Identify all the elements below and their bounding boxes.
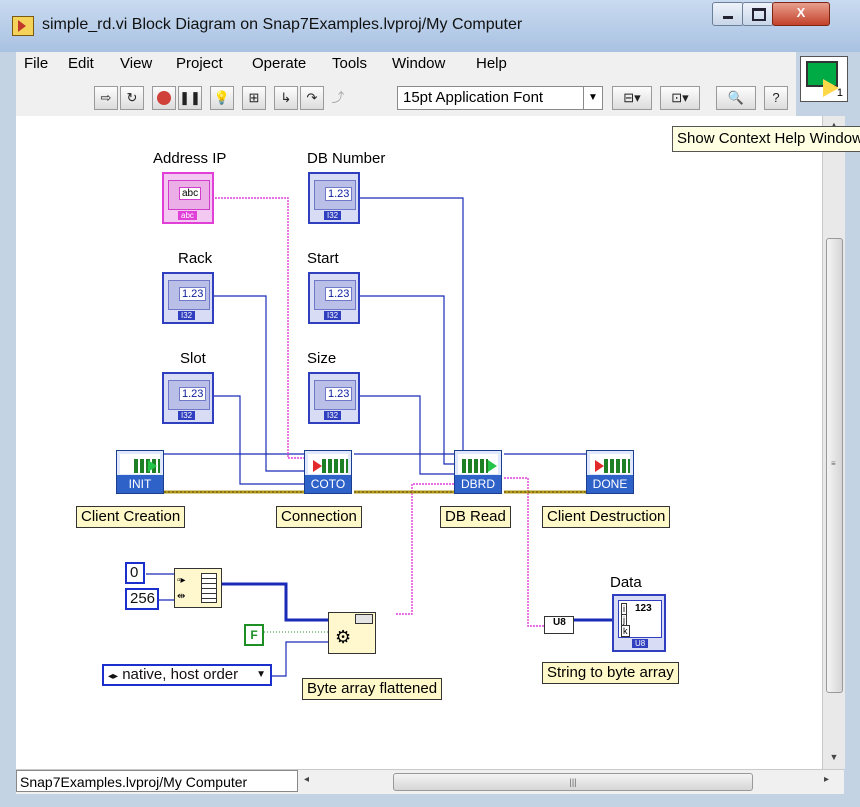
toolbar: ⇨ ↻ ❚❚ 💡 ⊞ ↳ ↷ ⤴ 15pt Application Font ▼… bbox=[16, 78, 796, 117]
run-continuously-icon[interactable]: ↻ bbox=[120, 86, 144, 110]
pause-icon[interactable]: ❚❚ bbox=[178, 86, 202, 110]
menu-operate[interactable]: Operate bbox=[252, 55, 306, 72]
constant-256[interactable]: 256 bbox=[125, 588, 159, 610]
block-diagram-canvas[interactable]: Address IP abc abc DB Number 1.23 I32 Ra… bbox=[16, 116, 822, 769]
rack-label: Rack bbox=[178, 250, 213, 267]
done-subvi[interactable]: DONE bbox=[586, 450, 634, 494]
init-subvi[interactable]: INIT bbox=[116, 450, 164, 494]
window-title: simple_rd.vi Block Diagram on Snap7Examp… bbox=[42, 16, 523, 33]
maximize-button[interactable] bbox=[742, 2, 774, 26]
font-select[interactable]: 15pt Application Font ▼ bbox=[397, 86, 603, 110]
ring-arrows-icon: ◂▸ bbox=[108, 671, 119, 682]
chevron-down-icon: ▼ bbox=[583, 87, 602, 109]
step-over-icon[interactable]: ↷ bbox=[300, 86, 324, 110]
byte-order-ring[interactable]: ◂▸ native, host order ▼ bbox=[102, 664, 272, 686]
slot-label: Slot bbox=[180, 350, 206, 367]
size-label: Size bbox=[307, 350, 337, 367]
zoom-icon[interactable]: 🔍 bbox=[716, 86, 756, 110]
size-control[interactable]: 1.23 I32 bbox=[308, 372, 360, 424]
db-number-control[interactable]: 1.23 I32 bbox=[308, 172, 360, 224]
labview-app-icon bbox=[12, 16, 34, 36]
wire-rack bbox=[212, 295, 306, 472]
constant-zero[interactable]: 0 bbox=[125, 562, 145, 584]
client-creation-caption: Client Creation bbox=[76, 506, 186, 528]
context-help-icon[interactable]: ? bbox=[764, 86, 788, 110]
close-icon: X bbox=[796, 5, 806, 20]
wire-address-ip bbox=[212, 197, 306, 459]
string-to-byte-array-node[interactable]: U8 bbox=[544, 616, 574, 634]
wire-byte-order bbox=[268, 641, 328, 677]
string-to-byte-array-caption: String to byte array bbox=[542, 662, 679, 684]
menu-bar: File Edit View Project Operate Tools Win… bbox=[16, 52, 796, 78]
vi-icon-panel[interactable]: 1 bbox=[800, 56, 848, 102]
address-ip-control[interactable]: abc abc bbox=[162, 172, 214, 224]
menu-tools[interactable]: Tools bbox=[332, 55, 367, 72]
align-objects-icon[interactable]: ⊟▾ bbox=[612, 86, 652, 110]
flatten-icon: ⚙ bbox=[335, 627, 352, 647]
flatten-header-icon bbox=[355, 614, 373, 624]
minimize-icon bbox=[723, 16, 733, 19]
dbrd-subvi[interactable]: DBRD bbox=[454, 450, 502, 494]
menu-project[interactable]: Project bbox=[176, 55, 223, 72]
start-control[interactable]: 1.23 I32 bbox=[308, 272, 360, 324]
index-icon: k bbox=[621, 625, 630, 637]
retain-wire-values-icon[interactable]: ⊞ bbox=[242, 86, 266, 110]
title-bar[interactable]: simple_rd.vi Block Diagram on Snap7Examp… bbox=[0, 0, 860, 52]
byte-order-value: native, host order bbox=[122, 666, 239, 683]
menu-help[interactable]: Help bbox=[476, 55, 507, 72]
horizontal-scroll-thumb[interactable]: ||| bbox=[393, 773, 753, 791]
close-button[interactable]: X bbox=[772, 2, 830, 26]
constant-false[interactable]: F bbox=[244, 624, 264, 646]
context-help-tooltip: Show Context Help Window bbox=[672, 126, 860, 152]
flatten-to-string-node[interactable]: ⚙ bbox=[328, 612, 376, 654]
menu-window[interactable]: Window bbox=[392, 55, 445, 72]
byte-array-flattened-caption: Byte array flattened bbox=[302, 678, 443, 700]
context-path: Snap7Examples.lvproj/My Computer bbox=[16, 770, 298, 792]
db-read-caption: DB Read bbox=[440, 506, 511, 528]
scroll-right-icon[interactable]: ▸ bbox=[824, 774, 829, 785]
scroll-left-icon[interactable]: ◂ bbox=[304, 774, 309, 785]
step-out-icon[interactable]: ⤴ bbox=[326, 86, 350, 110]
address-ip-label: Address IP bbox=[153, 150, 227, 167]
data-label: Data bbox=[610, 574, 642, 591]
element-input-icon: ▫▸ bbox=[177, 575, 186, 586]
dimension-input-icon: ⇹ bbox=[177, 591, 186, 602]
menu-view[interactable]: View bbox=[120, 55, 152, 72]
labview-window: simple_rd.vi Block Diagram on Snap7Examp… bbox=[0, 0, 860, 807]
array-icon bbox=[201, 573, 217, 603]
wire-start bbox=[360, 295, 456, 465]
vertical-scrollbar[interactable]: ▲ ≡ ▼ bbox=[822, 116, 845, 769]
initialize-array-node[interactable]: ▫▸ ⇹ bbox=[174, 568, 222, 608]
scroll-down-icon[interactable]: ▼ bbox=[823, 752, 845, 762]
chevron-down-icon: ▼ bbox=[256, 669, 266, 680]
wire-size bbox=[360, 395, 456, 475]
wire-flattened bbox=[396, 483, 456, 615]
distribute-objects-icon[interactable]: ⊡▾ bbox=[660, 86, 700, 110]
start-label: Start bbox=[307, 250, 339, 267]
connection-caption: Connection bbox=[276, 506, 362, 528]
rack-control[interactable]: 1.23 I32 bbox=[162, 272, 214, 324]
db-number-label: DB Number bbox=[307, 150, 386, 167]
slot-control[interactable]: 1.23 I32 bbox=[162, 372, 214, 424]
maximize-icon bbox=[752, 8, 766, 21]
status-bar: Snap7Examples.lvproj/My Computer ◂ ||| ▸ bbox=[16, 769, 844, 794]
minimize-button[interactable] bbox=[712, 2, 744, 26]
horizontal-scrollbar[interactable]: ◂ ||| ▸ bbox=[302, 772, 842, 792]
font-select-value: 15pt Application Font bbox=[403, 89, 544, 106]
wire-db-number bbox=[360, 197, 464, 457]
step-into-icon[interactable]: ↳ bbox=[274, 86, 298, 110]
run-arrow-icon[interactable]: ⇨ bbox=[94, 86, 118, 110]
menu-edit[interactable]: Edit bbox=[68, 55, 94, 72]
vertical-scroll-thumb[interactable]: ≡ bbox=[826, 238, 843, 693]
abort-execution-icon[interactable] bbox=[152, 86, 176, 110]
data-indicator[interactable]: 123 i j k U8 bbox=[612, 594, 666, 652]
menu-file[interactable]: File bbox=[24, 55, 48, 72]
wire-buffer bbox=[504, 477, 544, 627]
wire-byte-array bbox=[222, 582, 328, 622]
coto-subvi[interactable]: COTO bbox=[304, 450, 352, 494]
client-destruction-caption: Client Destruction bbox=[542, 506, 671, 528]
highlight-execution-icon[interactable]: 💡 bbox=[210, 86, 234, 110]
